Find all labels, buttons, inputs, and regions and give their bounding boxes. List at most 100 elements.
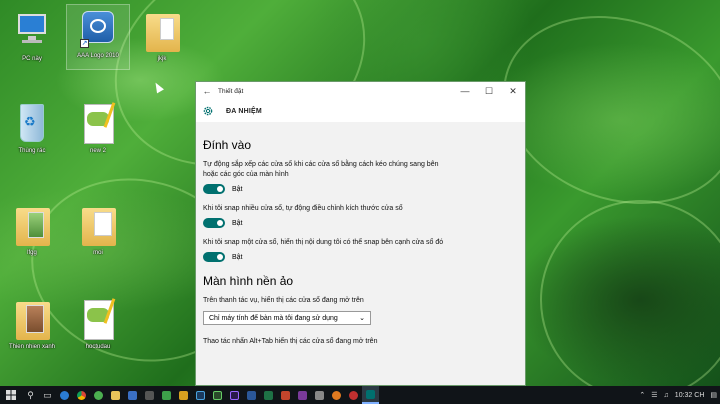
taskbar-app-excel[interactable] bbox=[260, 386, 277, 404]
start-button[interactable] bbox=[0, 386, 22, 404]
icon-label: hoctudau bbox=[85, 344, 111, 350]
snap-arrange-toggle[interactable] bbox=[203, 184, 225, 194]
clock[interactable]: 10:32 CH bbox=[675, 392, 705, 399]
icon-label: jkjk bbox=[157, 56, 167, 62]
settings-icon bbox=[366, 389, 375, 399]
taskbar-app-media[interactable] bbox=[141, 386, 158, 404]
notification-icon[interactable]: ▤ bbox=[710, 391, 717, 399]
toggle-state-label: Bật bbox=[232, 185, 243, 193]
windows-logo-icon bbox=[6, 390, 16, 400]
icon-label: AAA Logo 2010 bbox=[77, 53, 119, 59]
app-shortcut-icon: ↗ bbox=[78, 5, 118, 51]
icon-label: Thùng rác bbox=[18, 148, 46, 154]
desktop-icon-pc[interactable]: PC này bbox=[0, 8, 64, 62]
dropdown-value: Chỉ máy tính để bàn mà tôi đang sử dụng bbox=[209, 314, 338, 322]
document-icon bbox=[78, 296, 118, 342]
settings-content: Đính vào Tự động sắp xếp các cửa sổ khi … bbox=[196, 138, 525, 347]
edge-icon bbox=[60, 390, 69, 400]
chrome-icon bbox=[77, 390, 86, 400]
desktop-icon-jkjk[interactable]: jkjk bbox=[130, 8, 194, 62]
browser-icon bbox=[94, 390, 103, 400]
taskbar-app-chrome[interactable] bbox=[73, 386, 90, 404]
section-title-virtual-desktops: Màn hình nền ảo bbox=[203, 274, 294, 288]
game-icon bbox=[315, 390, 324, 400]
section-title-snap: Đính vào bbox=[203, 138, 252, 152]
snap-toggle-row: Bật bbox=[203, 218, 518, 228]
wallpaper-leaf bbox=[524, 184, 720, 386]
taskbar-app-word[interactable] bbox=[243, 386, 260, 404]
taskbar-search-button[interactable]: ⚲ bbox=[22, 386, 39, 404]
desktop-icon-lfgg[interactable]: lfgg bbox=[0, 202, 64, 256]
desktop-icon-hoctudau[interactable]: hoctudau bbox=[66, 296, 130, 350]
icon-label: lfgg bbox=[27, 250, 37, 256]
taskbar-app-paint[interactable] bbox=[175, 386, 192, 404]
taskbar-app-store[interactable] bbox=[124, 386, 141, 404]
taskbar-app-coccoc[interactable] bbox=[90, 386, 107, 404]
taskbar-app-dreamweaver[interactable] bbox=[209, 386, 226, 404]
folder-icon bbox=[78, 202, 118, 248]
dreamweaver-icon bbox=[213, 390, 222, 400]
snap-toggle-row: Bật bbox=[203, 252, 518, 262]
taskbar-app-photoshop[interactable] bbox=[192, 386, 209, 404]
taskbar-app-onenote[interactable] bbox=[294, 386, 311, 404]
powerpoint-icon bbox=[281, 390, 290, 400]
taskbar-task-view-button[interactable]: ▭ bbox=[39, 386, 56, 404]
page-header: ĐA NHIỆM bbox=[196, 100, 525, 122]
back-arrow-icon: ← bbox=[202, 86, 212, 96]
title-bar: ← Thiết đặt — ☐ ✕ bbox=[196, 82, 525, 100]
recycle-bin-icon: ♻ bbox=[12, 100, 52, 146]
store-icon bbox=[128, 390, 137, 400]
premiere-icon bbox=[230, 390, 239, 400]
close-button[interactable]: ✕ bbox=[501, 86, 525, 97]
volume-icon[interactable]: ♫ bbox=[664, 392, 669, 399]
taskbar: ⚲ ▭ ⌃ ☰ ♫ 10:32 CH ▤ bbox=[0, 386, 720, 404]
media-icon bbox=[145, 390, 154, 400]
window-title: Thiết đặt bbox=[218, 87, 244, 95]
taskbar-app-premiere[interactable] bbox=[226, 386, 243, 404]
folder-icon bbox=[12, 202, 52, 248]
camtasia-icon bbox=[162, 390, 171, 400]
taskbar-app-edge[interactable] bbox=[56, 386, 73, 404]
snap-option-desc: Tự động sắp xếp các cửa sổ khi các cửa s… bbox=[203, 161, 439, 178]
taskbar-app-camtasia[interactable] bbox=[158, 386, 175, 404]
snap-option-desc: Khi tôi snap nhiều cửa sổ, tự động điều … bbox=[203, 205, 403, 212]
folder-icon bbox=[12, 296, 52, 342]
minimize-button[interactable]: — bbox=[453, 86, 477, 96]
desktop-icon-recycle-bin[interactable]: ♻ Thùng rác bbox=[0, 100, 64, 154]
desktop-icon-aaa-logo[interactable]: ↗ AAA Logo 2010 bbox=[66, 4, 130, 70]
taskbar-app-settings[interactable] bbox=[362, 386, 379, 404]
close-icon: ✕ bbox=[509, 85, 517, 96]
taskbar-setting-label: Trên thanh tác vụ, hiển thị các cửa sổ đ… bbox=[203, 297, 364, 304]
snap-assist-toggle[interactable] bbox=[203, 252, 225, 262]
excel-icon bbox=[264, 390, 273, 400]
computer-icon bbox=[12, 8, 52, 54]
document-icon bbox=[78, 100, 118, 146]
taskbar-app-media-player[interactable] bbox=[328, 386, 345, 404]
chevron-down-icon: ⌄ bbox=[359, 315, 365, 322]
snap-resize-toggle[interactable] bbox=[203, 218, 225, 228]
taskbar-app-recorder[interactable] bbox=[345, 386, 362, 404]
snap-toggle-row: Bật bbox=[203, 184, 518, 194]
tray-overflow-icon[interactable]: ⌃ bbox=[639, 391, 645, 399]
recorder-icon bbox=[349, 390, 358, 400]
gear-icon bbox=[203, 106, 213, 116]
desktop-icon-thien-nhien-xanh[interactable]: Thien nhien xanh bbox=[0, 296, 64, 350]
taskbar-app-powerpoint[interactable] bbox=[277, 386, 294, 404]
settings-window: ← Thiết đặt — ☐ ✕ ĐA NHIỆM Đính vào Tự đ… bbox=[195, 81, 526, 386]
icon-label: PC này bbox=[22, 56, 42, 62]
taskbar-app-explorer[interactable] bbox=[107, 386, 124, 404]
back-button[interactable]: ← bbox=[196, 86, 218, 96]
search-icon: ⚲ bbox=[27, 389, 34, 400]
maximize-icon: ☐ bbox=[484, 85, 494, 96]
word-icon bbox=[247, 390, 256, 400]
minimize-icon: — bbox=[460, 86, 470, 96]
folder-icon bbox=[142, 8, 182, 54]
page-title: ĐA NHIỆM bbox=[226, 107, 262, 115]
taskbar-app-game[interactable] bbox=[311, 386, 328, 404]
maximize-button[interactable]: ☐ bbox=[477, 86, 501, 97]
system-tray: ⌃ ☰ ♫ 10:32 CH ▤ bbox=[636, 386, 720, 404]
taskbar-windows-dropdown[interactable]: Chỉ máy tính để bàn mà tôi đang sử dụng … bbox=[203, 311, 371, 325]
desktop-icon-moi[interactable]: moi bbox=[66, 202, 130, 256]
desktop-icon-new-2[interactable]: new 2 bbox=[66, 100, 130, 154]
network-icon[interactable]: ☰ bbox=[651, 391, 657, 399]
